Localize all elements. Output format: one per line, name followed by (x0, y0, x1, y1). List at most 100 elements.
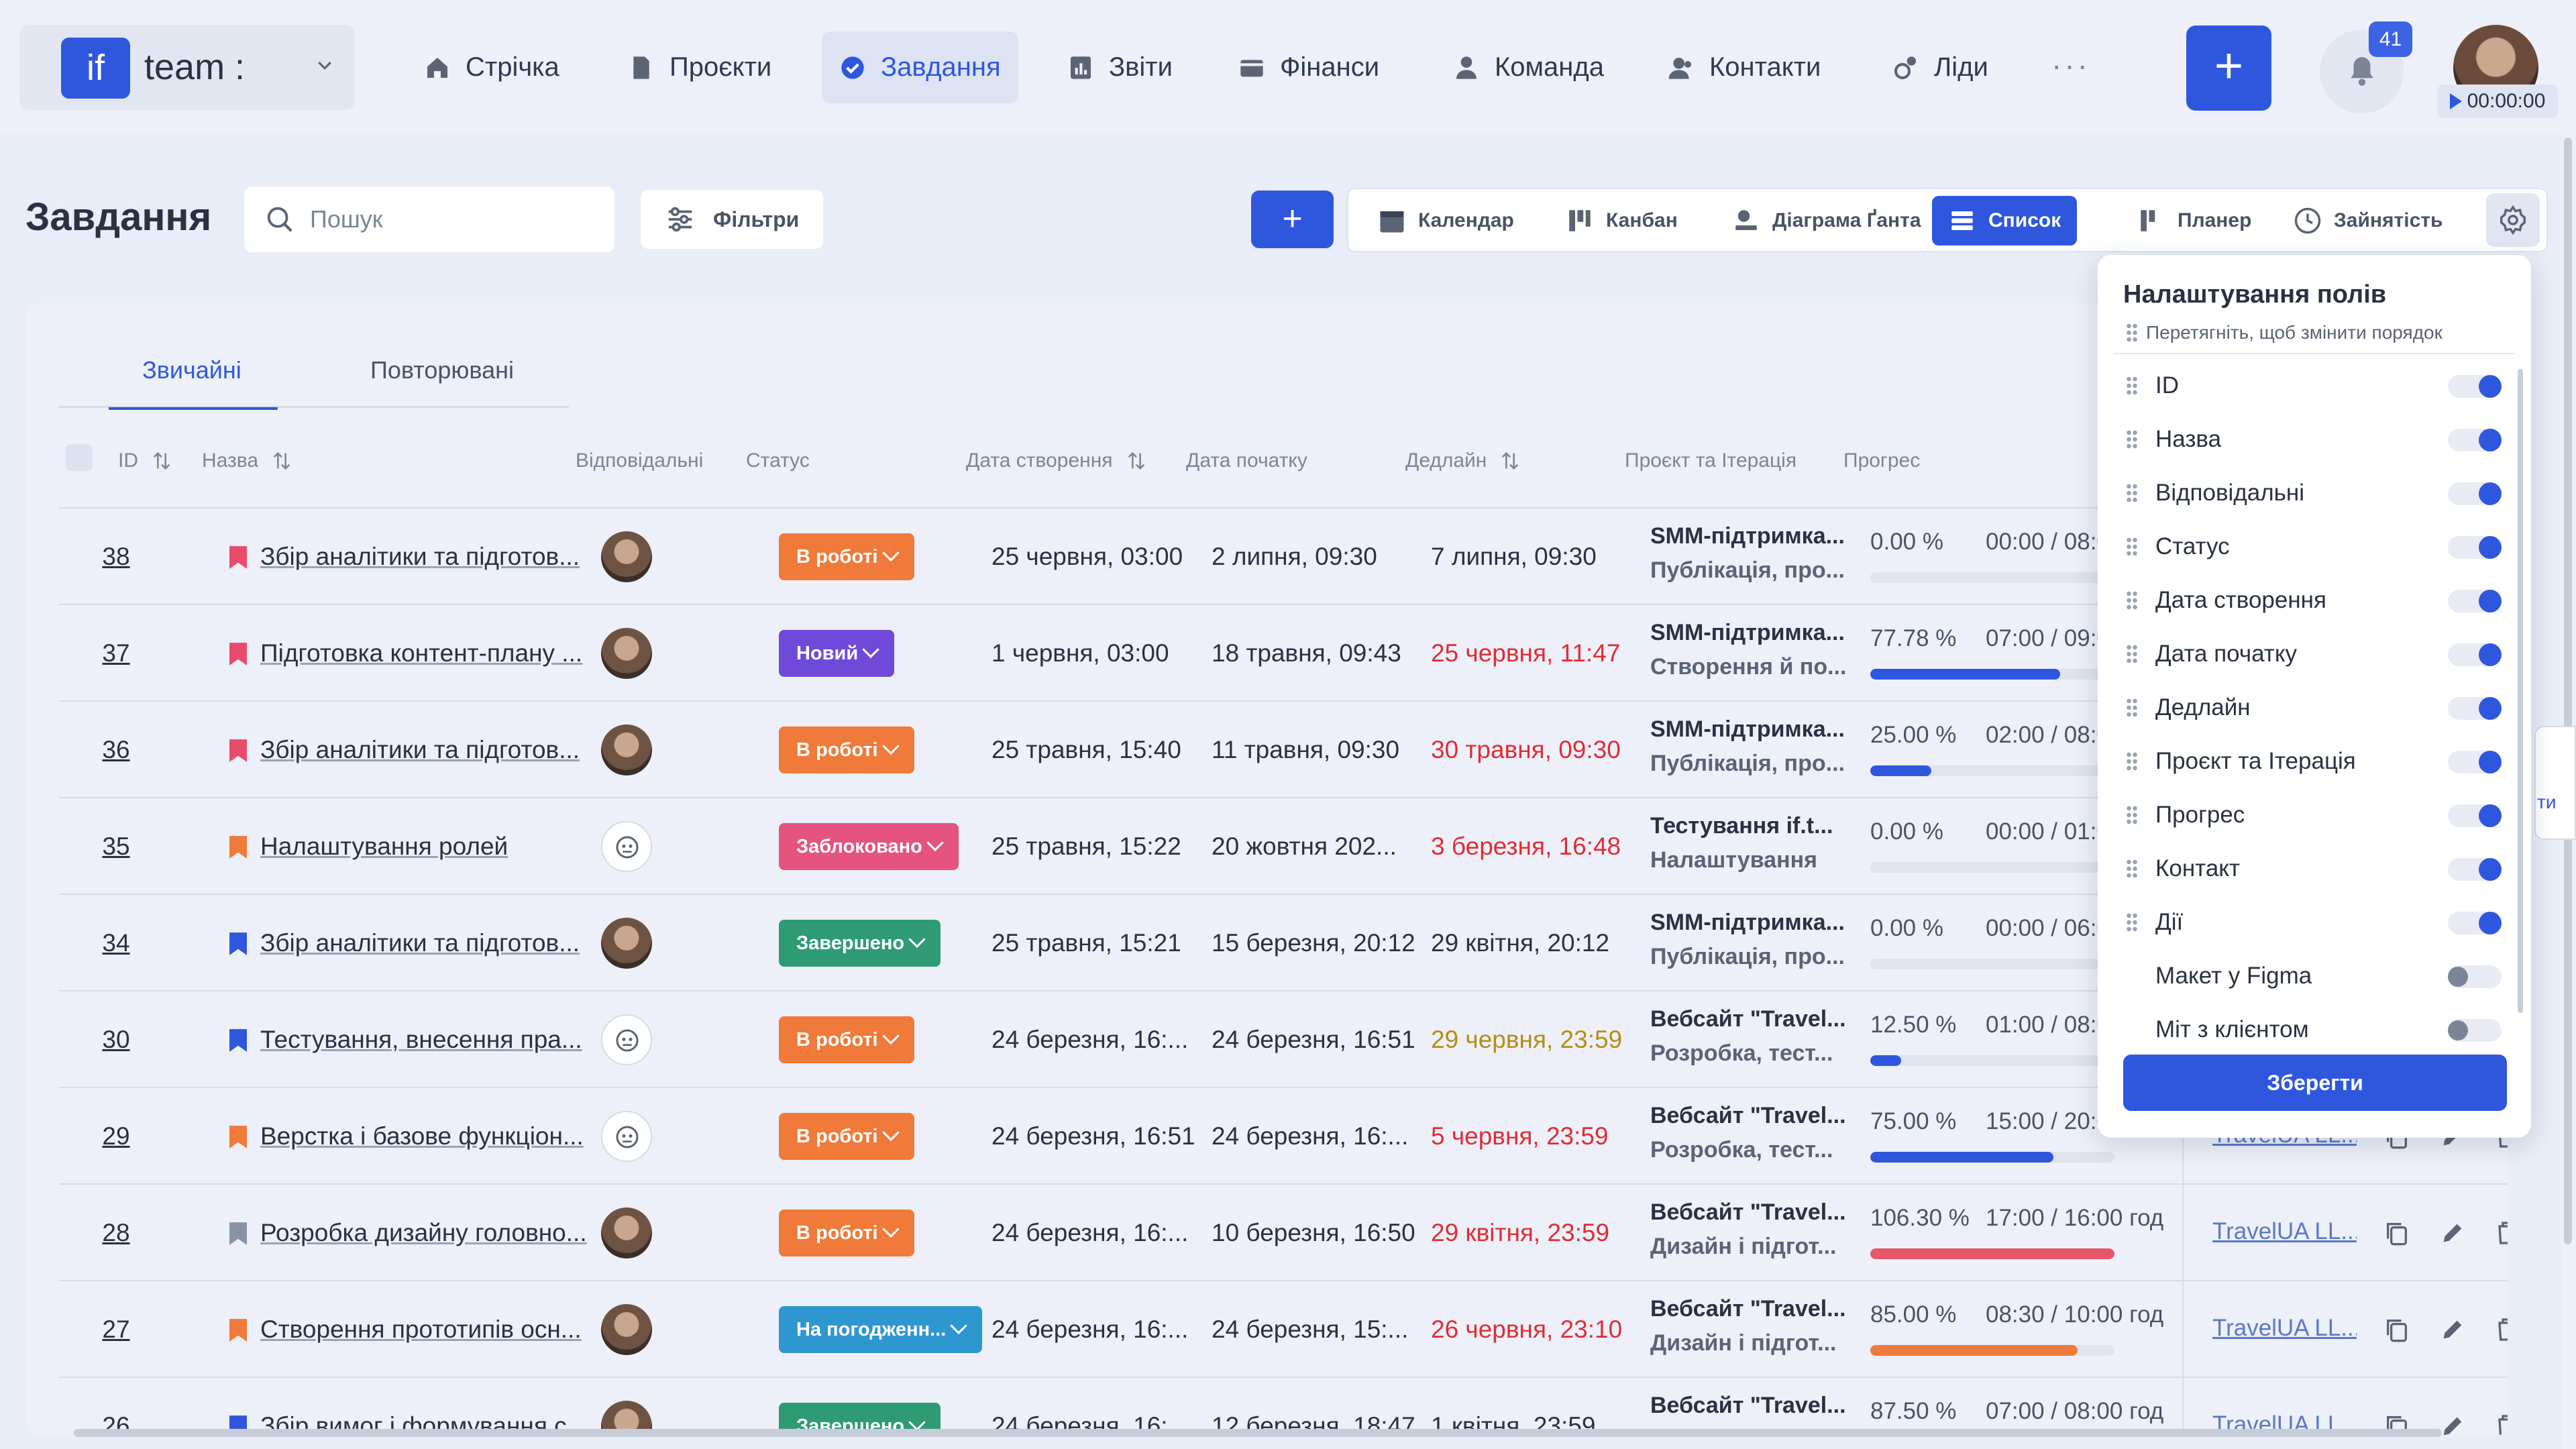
field-setting-item[interactable]: Прогрес (2126, 795, 2502, 835)
assignee-avatar[interactable] (601, 918, 652, 969)
project-iteration[interactable]: Вебсайт "Travel... Розробка, тест... (1650, 1103, 1851, 1163)
column-header-created[interactable]: Дата створення (966, 449, 1148, 472)
field-visibility-toggle[interactable] (2448, 643, 2502, 666)
field-visibility-toggle[interactable] (2448, 751, 2502, 773)
field-visibility-toggle[interactable] (2448, 375, 2502, 398)
tab-recurring[interactable]: Повторювані (370, 350, 514, 408)
edit-pencil-icon[interactable] (2439, 1413, 2466, 1437)
drag-handle-icon[interactable] (2126, 859, 2138, 879)
task-name-link[interactable]: Збір аналітики та підготов... (260, 508, 609, 605)
drag-handle-icon[interactable] (2126, 483, 2138, 503)
field-setting-item[interactable]: Макет у Figma (2126, 956, 2502, 996)
drag-handle-icon[interactable] (2126, 590, 2138, 610)
field-setting-item[interactable]: Проєкт та Ітерація (2126, 741, 2502, 782)
field-visibility-toggle[interactable] (2448, 482, 2502, 505)
nav-item-tasks[interactable]: Завдання (822, 32, 1018, 103)
field-setting-item[interactable]: Дата початку (2126, 634, 2502, 674)
edit-pencil-icon[interactable] (2439, 1316, 2466, 1343)
field-visibility-toggle[interactable] (2448, 858, 2502, 881)
task-id-link[interactable]: 38 (86, 508, 146, 605)
project-iteration[interactable]: Тестування if.t... Налаштування (1650, 813, 1851, 873)
task-name-link[interactable]: Збір вимог і формування с... (260, 1378, 609, 1437)
task-id-link[interactable]: 27 (86, 1281, 146, 1378)
horizontal-scrollbar[interactable] (74, 1429, 2442, 1437)
nav-item-contacts[interactable]: Контакти (1650, 32, 1838, 103)
task-id-link[interactable]: 35 (86, 798, 146, 895)
side-panel-tab[interactable]: ти (2534, 726, 2576, 840)
vertical-scrollbar[interactable] (2564, 138, 2572, 1244)
project-iteration[interactable]: SMM-підтримка... Публікація, про... (1650, 910, 1851, 970)
assignee-avatar[interactable] (601, 531, 652, 582)
assignee-avatar[interactable] (601, 1304, 652, 1355)
field-visibility-toggle[interactable] (2448, 697, 2502, 720)
task-id-link[interactable]: 30 (86, 991, 146, 1088)
project-iteration[interactable]: Вебсайт "Travel... Дизайн і підгот... (1650, 1296, 1851, 1356)
drag-handle-icon[interactable] (2126, 698, 2138, 718)
table-row[interactable]: 26 Збір вимог і формування с... Завершено 2… (59, 1377, 2508, 1437)
trash-icon[interactable] (2493, 1413, 2508, 1437)
task-name-link[interactable]: Верстка і базове функціон... (260, 1088, 609, 1185)
assignee-avatar[interactable] (601, 1014, 652, 1065)
view-tab-gantt[interactable]: Діаграма Ґанта (1716, 196, 1937, 246)
task-name-link[interactable]: Створення прототипів осн... (260, 1281, 609, 1378)
field-setting-item[interactable]: Дата створення (2126, 580, 2502, 621)
status-dropdown[interactable]: В роботі (779, 533, 914, 580)
field-setting-item[interactable]: Міт з клієнтом (2126, 1010, 2502, 1050)
field-visibility-toggle[interactable] (2448, 1019, 2502, 1042)
task-id-link[interactable]: 28 (86, 1185, 146, 1281)
task-id-link[interactable]: 34 (86, 895, 146, 991)
assignee-avatar[interactable] (601, 1208, 652, 1258)
field-setting-item[interactable]: Дедлайн (2126, 688, 2502, 728)
edit-pencil-icon[interactable] (2439, 1220, 2466, 1246)
search-input[interactable]: Пошук (244, 186, 614, 252)
column-header-id[interactable]: ID (118, 449, 173, 472)
field-setting-item[interactable]: ID (2126, 366, 2502, 406)
assignee-avatar[interactable] (601, 628, 652, 679)
field-visibility-toggle[interactable] (2448, 429, 2502, 451)
nav-item-reports[interactable]: Звіти (1050, 32, 1190, 103)
status-dropdown[interactable]: В роботі (779, 1113, 914, 1160)
drag-handle-icon[interactable] (2126, 912, 2138, 932)
field-settings-button[interactable] (2486, 193, 2540, 247)
drag-handle-icon[interactable] (2126, 429, 2138, 449)
field-visibility-toggle[interactable] (2448, 804, 2502, 827)
task-id-link[interactable]: 29 (86, 1088, 146, 1185)
task-name-link[interactable]: Збір аналітики та підготов... (260, 702, 609, 798)
copy-icon[interactable] (2383, 1316, 2410, 1343)
create-button[interactable]: + (2186, 25, 2271, 111)
workspace-switcher[interactable]: if team : (19, 25, 355, 110)
assignee-avatar[interactable] (601, 724, 652, 775)
view-tab-kanban[interactable]: Канбан (1550, 196, 1694, 246)
status-dropdown[interactable]: Новий (779, 630, 895, 677)
task-name-link[interactable]: Підготовка контент-плану ... (260, 605, 609, 702)
tab-regular[interactable]: Звичайні (109, 350, 278, 410)
drag-handle-icon[interactable] (2126, 805, 2138, 825)
project-iteration[interactable]: Вебсайт "Travel... (1650, 1393, 1851, 1427)
table-row[interactable]: 27 Створення прототипів осн... На погоджен… (59, 1280, 2508, 1378)
table-row[interactable]: 28 Розробка дизайну головно... В роботі 24 … (59, 1183, 2508, 1281)
field-setting-item[interactable]: Відповідальні (2126, 473, 2502, 513)
time-tracker[interactable]: 00:00:00 (2437, 85, 2558, 118)
project-iteration[interactable]: Вебсайт "Travel... Дизайн і підгот... (1650, 1199, 1851, 1260)
field-visibility-toggle[interactable] (2448, 965, 2502, 988)
project-iteration[interactable]: SMM-підтримка... Створення й по... (1650, 620, 1851, 680)
status-dropdown[interactable]: Заблоковано (779, 823, 959, 870)
project-iteration[interactable]: SMM-підтримка... Публікація, про... (1650, 716, 1851, 777)
field-list-scrollbar[interactable] (2518, 369, 2523, 1013)
nav-item-team[interactable]: Команда (1436, 32, 1621, 103)
select-all-checkbox[interactable] (66, 444, 93, 471)
filters-button[interactable]: Фільтри (641, 190, 823, 249)
view-tab-calendar[interactable]: Календар (1362, 196, 1530, 246)
nav-item-finance[interactable]: Фінанси (1221, 32, 1397, 103)
save-button[interactable]: Зберегти (2123, 1055, 2507, 1111)
task-id-link[interactable]: 26 (86, 1378, 146, 1437)
task-name-link[interactable]: Розробка дизайну головно... (260, 1185, 609, 1281)
status-dropdown[interactable]: В роботі (779, 727, 914, 773)
field-visibility-toggle[interactable] (2448, 590, 2502, 612)
task-id-link[interactable]: 36 (86, 702, 146, 798)
assignee-avatar[interactable] (601, 1111, 652, 1162)
contact-link[interactable]: TravelUA LL... (2212, 1218, 2357, 1245)
drag-handle-icon[interactable] (2126, 644, 2138, 664)
assignee-avatar[interactable] (601, 821, 652, 872)
task-id-link[interactable]: 37 (86, 605, 146, 702)
